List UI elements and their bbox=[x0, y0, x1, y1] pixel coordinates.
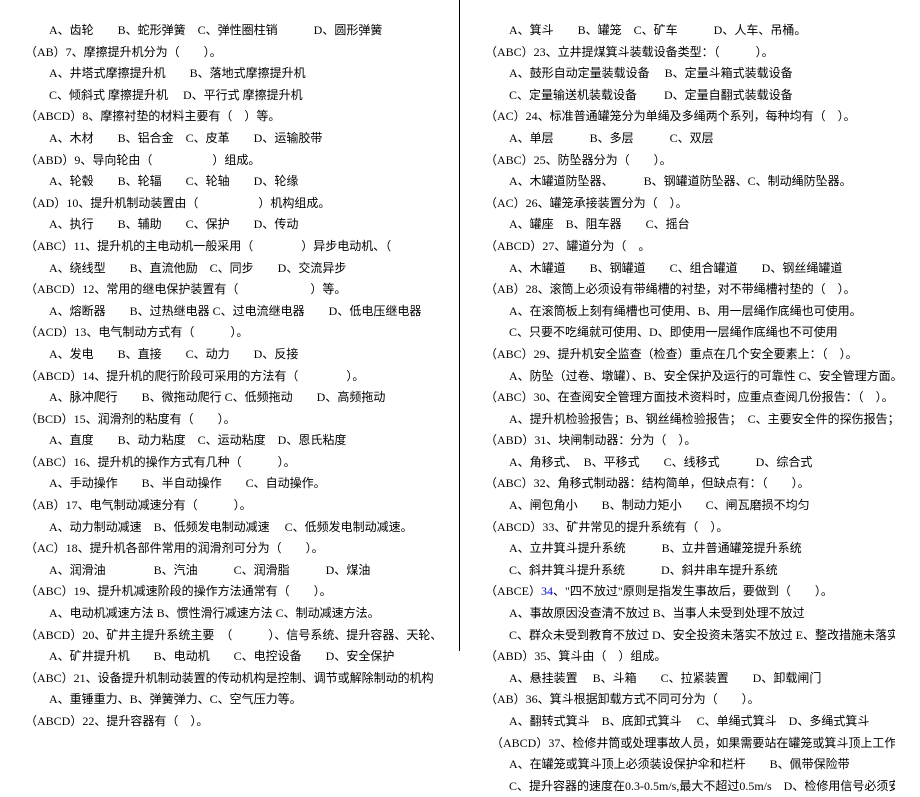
text-line: （ABD）31、块闸制动器：分为（ ）。 bbox=[485, 430, 895, 452]
text-line: C、提升容器的速度在0.3-0.5m/s,最大不超过0.5m/s D、检修用信号… bbox=[485, 776, 895, 797]
text-line: （ABC）25、防坠器分为（ ）。 bbox=[485, 150, 895, 172]
text-line: A、重锤重力、B、弹簧弹力、C、空气压力等。 bbox=[25, 689, 434, 711]
right-column: A、箕斗 B、罐笼 C、矿车 D、人车、吊桶。 （ABC）23、立井提煤箕斗装载… bbox=[460, 0, 920, 651]
text-line: A、木罐道防坠器、 B、钢罐道防坠器、C、制动绳防坠器。 bbox=[485, 171, 895, 193]
text-line: （AB）17、电气制动减速分有（ ）。 bbox=[25, 495, 434, 517]
text-line: A、罐座 B、阻车器 C、摇台 bbox=[485, 214, 895, 236]
text-line: （ABD）9、导向轮由（ ）组成。 bbox=[25, 150, 434, 172]
text-line: （ABCD）33、矿井常见的提升系统有（ ）。 bbox=[485, 517, 895, 539]
text-line: A、发电 B、直接 C、动力 D、反接 bbox=[25, 344, 434, 366]
text-line: A、熔断器 B、过热继电器 C、过电流继电器 D、低电压继电器 bbox=[25, 301, 434, 323]
text-line: （ABC）19、提升机减速阶段的操作方法通常有（ ）。 bbox=[25, 581, 434, 603]
text-line: （ABC）32、角移式制动器：结构简单，但缺点有：（ ）。 bbox=[485, 473, 895, 495]
text-line: A、事故原因没查清不放过 B、当事人未受到处理不放过 bbox=[485, 603, 895, 625]
text-line: A、动力制动减速 B、低频发电制动减速 C、低频发电制动减速。 bbox=[25, 517, 434, 539]
text-line: （ABCD）27、罐道分为（ 。 bbox=[485, 236, 895, 258]
text-line: （AB）7、摩擦提升机分为（ ）。 bbox=[25, 42, 434, 64]
text-line: （ABCE）34、"四不放过"原则是指发生事故后，要做到（ ）。 bbox=[485, 581, 895, 603]
text-line: A、提升机检验报告；B、钢丝绳检验报告； C、主要安全件的探伤报告； bbox=[485, 409, 895, 431]
text-line: （ABC）21、设备提升机制动装置的传动机构是控制、调节或解除制动的机构，可分为… bbox=[25, 668, 434, 690]
text-line: C、只要不吃绳就可使用、D、即使用一层绳作底绳也不可使用 bbox=[485, 322, 895, 344]
text-line: A、润滑油 B、汽油 C、润滑脂 D、煤油 bbox=[25, 560, 434, 582]
text-line: A、轮毂 B、轮辐 C、轮轴 D、轮缘 bbox=[25, 171, 434, 193]
text-line: A、齿轮 B、蛇形弹簧 C、弹性圈柱销 D、圆形弹簧 bbox=[25, 20, 434, 42]
text-line: （ABC）29、提升机安全监查（检查）重点在几个安全要素上：（ ）。 bbox=[485, 344, 895, 366]
text-line: A、执行 B、辅助 C、保护 D、传动 bbox=[25, 214, 434, 236]
text-line: A、立井箕斗提升系统 B、立井普通罐笼提升系统 bbox=[485, 538, 895, 560]
text-line: （AC）24、标准普通罐笼分为单绳及多绳两个系列，每种均有（ ）。 bbox=[485, 106, 895, 128]
text-line: C、斜井箕斗提升系统 D、斜井串车提升系统 bbox=[485, 560, 895, 582]
text-line: A、矿井提升机 B、电动机 C、电控设备 D、安全保护 bbox=[25, 646, 434, 668]
text-line: A、箕斗 B、罐笼 C、矿车 D、人车、吊桶。 bbox=[485, 20, 895, 42]
text-line: （AC）18、提升机各部件常用的润滑剂可分为（ ）。 bbox=[25, 538, 434, 560]
text-line: A、在滚筒板上刻有绳槽也可使用、B、用一层绳作底绳也可使用。 bbox=[485, 301, 895, 323]
text-line: A、木材 B、铝合金 C、皮革 D、运输胶带 bbox=[25, 128, 434, 150]
text-line: （ABCD）8、摩擦衬垫的材料主要有（ ）等。 bbox=[25, 106, 434, 128]
text-line: （ABD）35、箕斗由（ ）组成。 bbox=[485, 646, 895, 668]
text-line: A、直度 B、动力粘度 C、运动粘度 D、恩氏粘度 bbox=[25, 430, 434, 452]
text-line: （ABCD）14、提升机的爬行阶段可采用的方法有（ ）。 bbox=[25, 366, 434, 388]
text-line: A、井塔式摩擦提升机 B、落地式摩擦提升机 bbox=[25, 63, 434, 85]
text-line: （ABCD）12、常用的继电保护装置有（ ）等。 bbox=[25, 279, 434, 301]
text-line: A、木罐道 B、钢罐道 C、组合罐道 D、钢丝绳罐道 bbox=[485, 258, 895, 280]
text-line: A、绕线型 B、直流他励 C、同步 D、交流异步 bbox=[25, 258, 434, 280]
text-line: （AC）26、罐笼承接装置分为（ ）。 bbox=[485, 193, 895, 215]
text-line: A、角移式、 B、平移式 C、线移式 D、综合式 bbox=[485, 452, 895, 474]
text-line: C、群众未受到教育不放过 D、安全投资未落实不放过 E、整改措施未落实不放过。 bbox=[485, 625, 895, 647]
text-line: （AB）28、滚筒上必须设有带绳槽的衬垫，对不带绳槽衬垫的（ ）。 bbox=[485, 279, 895, 301]
text-line: A、手动操作 B、半自动操作 C、自动操作。 bbox=[25, 473, 434, 495]
page-container: A、齿轮 B、蛇形弹簧 C、弹性圈柱销 D、圆形弹簧 （AB）7、摩擦提升机分为… bbox=[0, 0, 920, 651]
text-line: （ABC）30、在查阅安全管理方面技术资料时，应重点查阅几份报告：（ ）。 bbox=[485, 387, 895, 409]
text-line: A、防坠（过卷、墩罐）、B、安全保护及运行的可靠性 C、安全管理方面。 bbox=[485, 366, 895, 388]
text-line: C、定量输送机装载设备 D、定量自翻式装载设备 bbox=[485, 85, 895, 107]
text-line: A、单层 B、多层 C、双层 bbox=[485, 128, 895, 150]
text-line: A、在罐笼或箕斗顶上必须装设保护伞和栏杆 B、佩带保险带 bbox=[485, 754, 895, 776]
text-line: （ABC）16、提升机的操作方式有几种（ ）。 bbox=[25, 452, 434, 474]
text-line: （BCD）15、润滑剂的粘度有（ ）。 bbox=[25, 409, 434, 431]
text-line: （ABCD）22、提升容器有（ ）。 bbox=[25, 711, 434, 733]
left-column: A、齿轮 B、蛇形弹簧 C、弹性圈柱销 D、圆形弹簧 （AB）7、摩擦提升机分为… bbox=[0, 0, 460, 651]
text-line: （AB）36、箕斗根据卸载方式不同可分为（ ）。 bbox=[485, 689, 895, 711]
text-line: （ABC）23、立井提煤箕斗装载设备类型：（ ）。 bbox=[485, 42, 895, 64]
text-line: A、鼓形自动定量装载设备 B、定量斗箱式装载设备 bbox=[485, 63, 895, 85]
text-line: （ACD）13、电气制动方式有（ ）。 bbox=[25, 322, 434, 344]
text-line: （ABC）11、提升机的主电动机一般采用（ ）异步电动机、（ ）电动机、（ ）电… bbox=[25, 236, 434, 258]
text-line: A、悬挂装置 B、斗箱 C、拉紧装置 D、卸载闸门 bbox=[485, 668, 895, 690]
text-line: A、闸包角小 B、制动力矩小 C、闸瓦磨损不均匀 bbox=[485, 495, 895, 517]
text-line: A、翻转式箕斗 B、底卸式箕斗 C、单绳式箕斗 D、多绳式箕斗 bbox=[485, 711, 895, 733]
text-line: A、脉冲爬行 B、微拖动爬行 C、低频拖动 D、高频拖动 bbox=[25, 387, 434, 409]
text-line: （ABCD）20、矿井主提升系统主要 （ ）、信号系统、提升容器、天轮、井架、装… bbox=[25, 625, 434, 647]
text-line: （AD）10、提升机制动装置由（ ）机构组成。 bbox=[25, 193, 434, 215]
text-line: （ABCD）37、检修井筒或处理事故人员，如果需要站在罐笼或箕斗顶上工作时，必须… bbox=[485, 733, 895, 755]
text-line: C、倾斜式 摩擦提升机 D、平行式 摩擦提升机 bbox=[25, 85, 434, 107]
text-line: A、电动机减速方法 B、惯性滑行减速方法 C、制动减速方法。 bbox=[25, 603, 434, 625]
